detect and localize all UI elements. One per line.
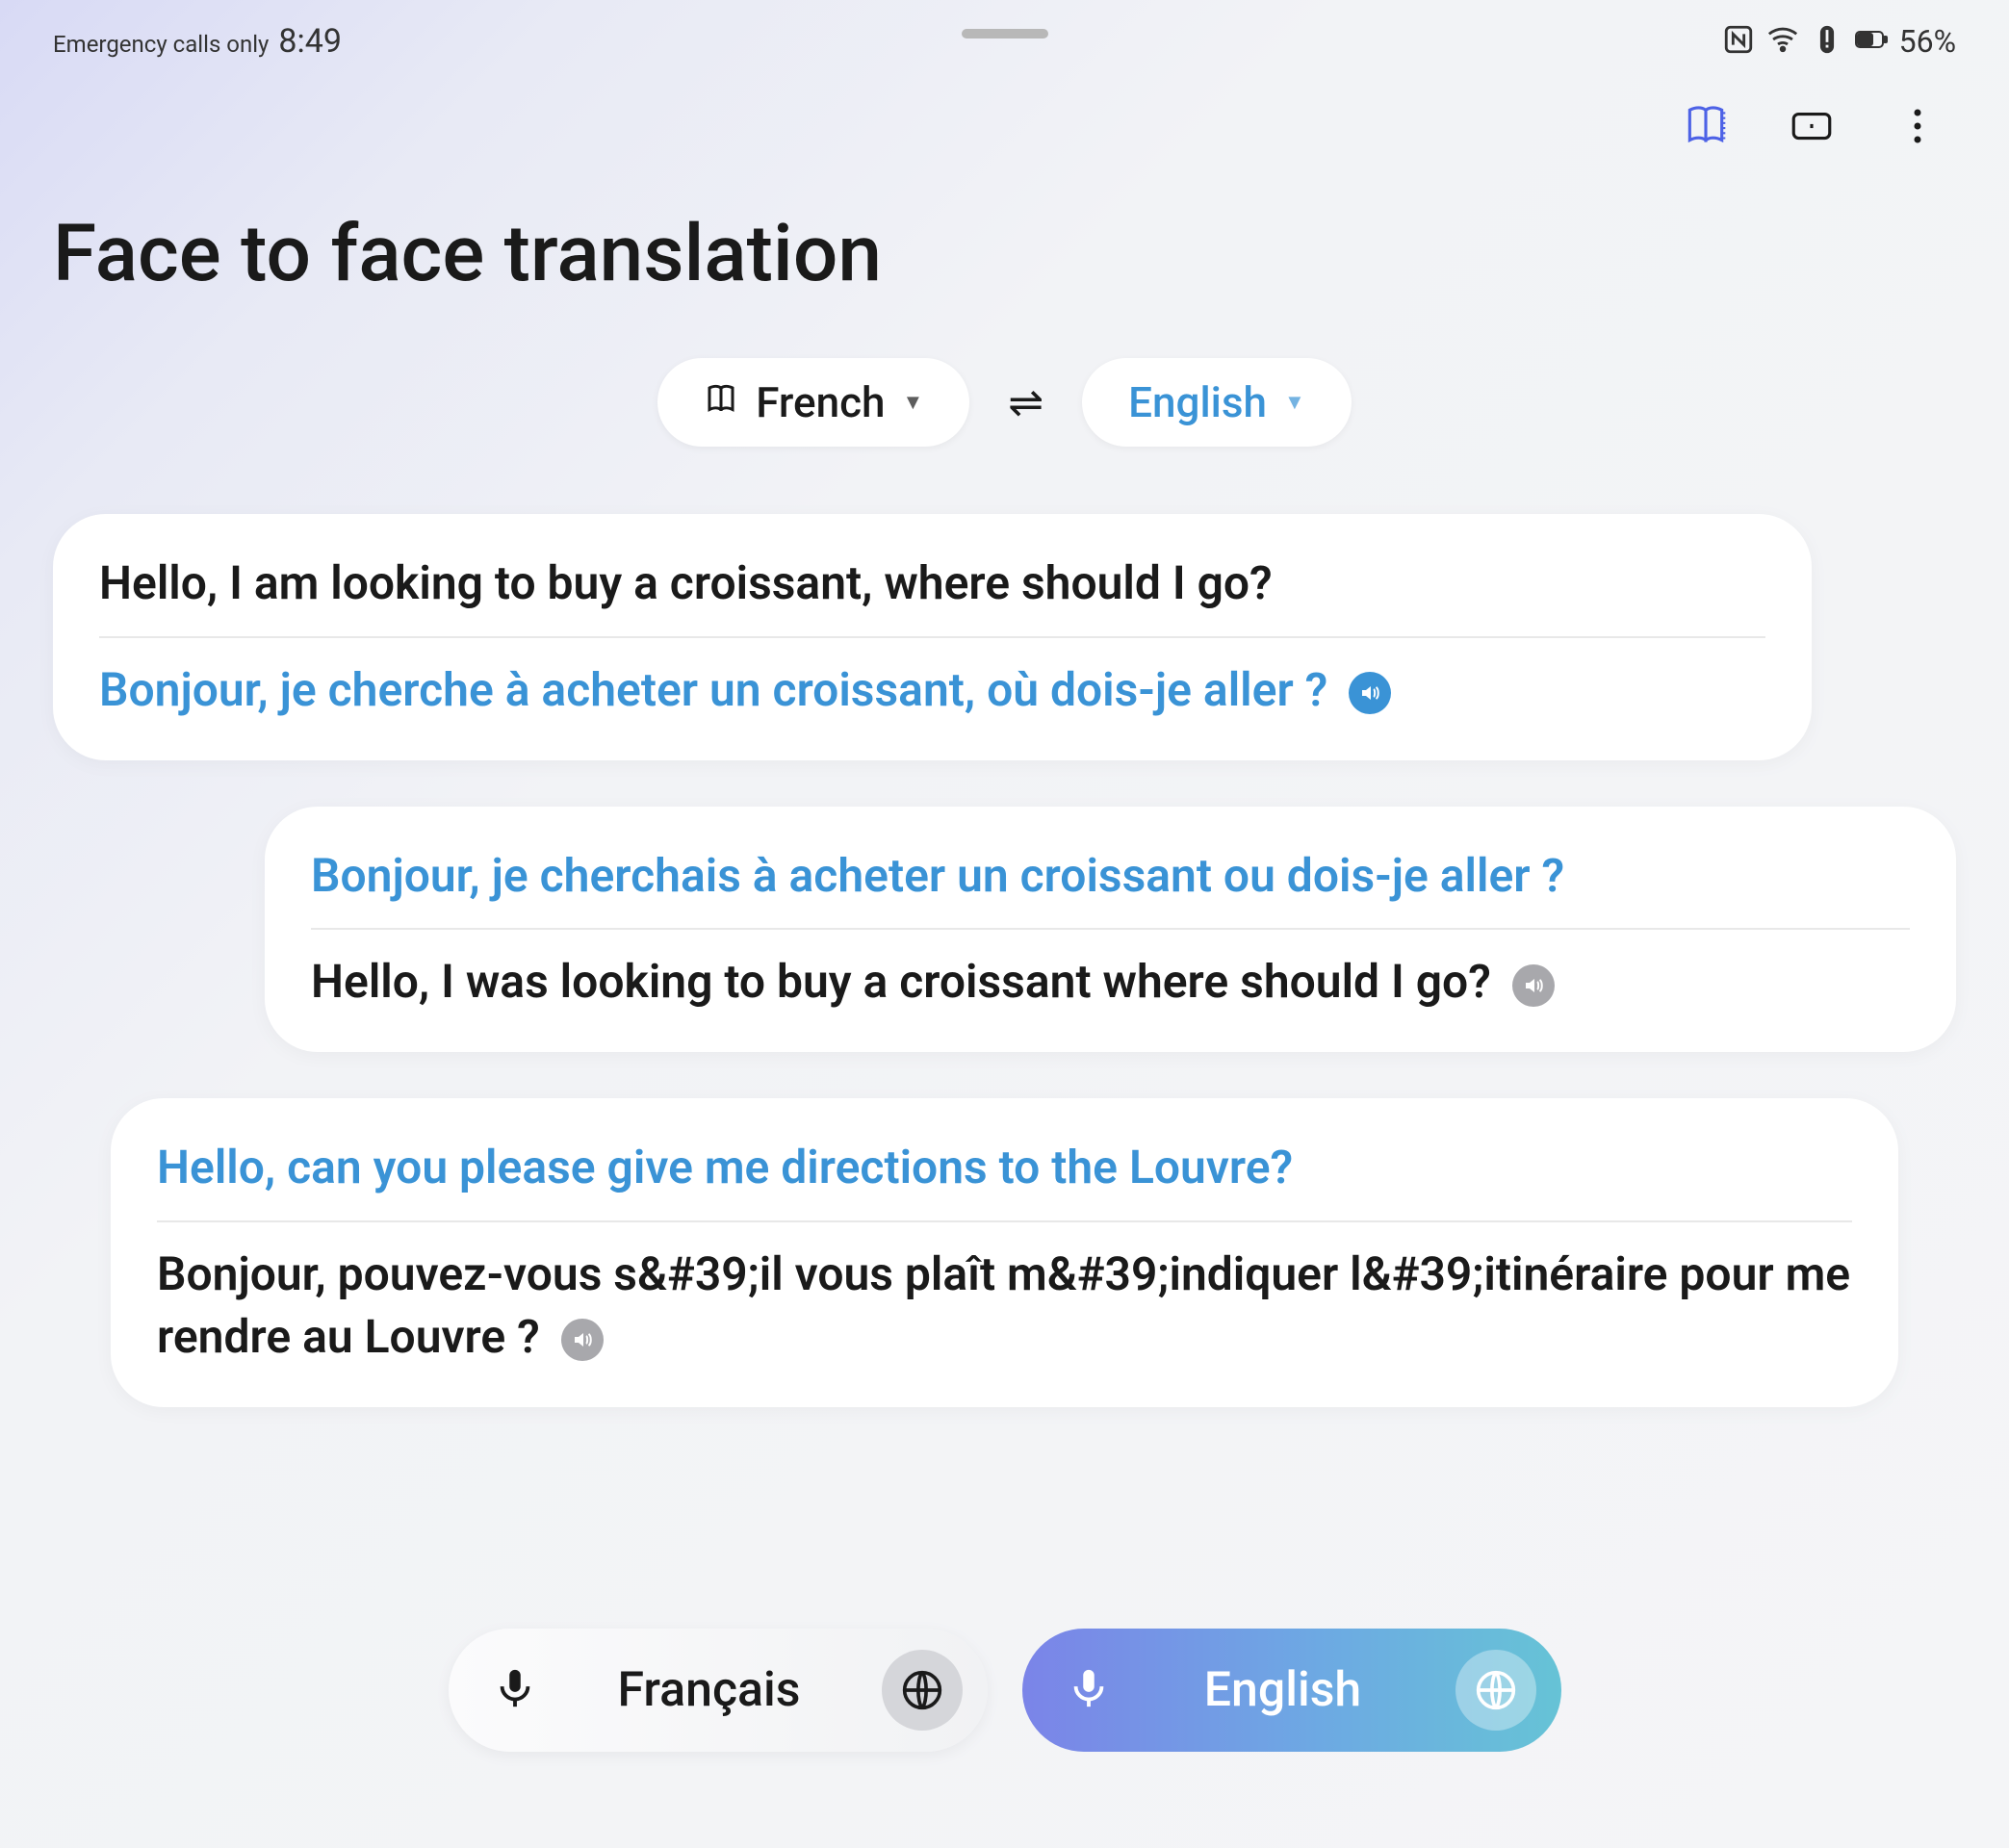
- input-language-label: English: [1149, 1662, 1417, 1718]
- input-language-label: Français: [576, 1662, 843, 1718]
- keyboard-button[interactable]: [1455, 1650, 1536, 1731]
- message-bubble: Hello, I am looking to buy a croissant, …: [53, 514, 1812, 760]
- status-bar: Emergency calls only 8:49 56%: [0, 0, 2009, 73]
- emergency-text: Emergency calls only: [53, 31, 269, 58]
- speaker-icon[interactable]: [1349, 672, 1391, 714]
- divider: [157, 1220, 1852, 1222]
- message-original-text: Hello, I am looking to buy a croissant, …: [99, 552, 1765, 636]
- message-original-text: Hello, can you please give me directions…: [157, 1137, 1852, 1220]
- source-language-label: French: [756, 377, 885, 427]
- message-translated-text: Bonjour, je cherche à acheter un croissa…: [99, 659, 1765, 722]
- input-bar: Français English: [0, 1629, 2009, 1752]
- wifi-icon: [1766, 23, 1799, 60]
- alert-icon: [1811, 23, 1843, 60]
- status-left: Emergency calls only 8:49: [53, 22, 342, 61]
- divider: [311, 928, 1910, 930]
- clock-time: 8:49: [278, 22, 342, 61]
- notch-handle: [962, 29, 1048, 38]
- speaker-icon[interactable]: [561, 1319, 604, 1361]
- chevron-down-icon: ▼: [903, 390, 924, 415]
- target-language-label: English: [1128, 377, 1267, 427]
- status-right: 56%: [1722, 23, 1956, 60]
- book-small-icon: [704, 377, 738, 427]
- speaker-icon[interactable]: [1512, 964, 1555, 1007]
- device-icon[interactable]: [1788, 102, 1836, 150]
- header-icons: [0, 73, 2009, 169]
- keyboard-button[interactable]: [882, 1650, 963, 1731]
- language-selector-row: French ▼ ⇌ English ▼: [0, 358, 2009, 447]
- target-language-selector[interactable]: English ▼: [1082, 358, 1352, 447]
- microphone-icon: [1067, 1666, 1111, 1714]
- speak-english-button[interactable]: English: [1022, 1629, 1561, 1752]
- page-title: Face to face translation: [0, 169, 2009, 358]
- source-language-selector[interactable]: French ▼: [657, 358, 969, 447]
- book-icon[interactable]: [1682, 102, 1730, 150]
- battery-icon: [1855, 23, 1888, 60]
- message-translated-text: Bonjour, pouvez-vous s&#39;il vous plaît…: [157, 1244, 1852, 1369]
- nfc-icon: [1722, 23, 1755, 60]
- divider: [99, 636, 1765, 638]
- conversation: Hello, I am looking to buy a croissant, …: [0, 514, 2009, 1407]
- message-bubble: Bonjour, je cherchais à acheter un crois…: [265, 807, 1956, 1053]
- message-bubble: Hello, can you please give me directions…: [111, 1098, 1898, 1406]
- swap-languages-button[interactable]: ⇌: [1008, 377, 1043, 427]
- microphone-icon: [493, 1666, 537, 1714]
- message-translated-text: Hello, I was looking to buy a croissant …: [311, 951, 1910, 1014]
- speak-french-button[interactable]: Français: [449, 1629, 988, 1752]
- chevron-down-icon: ▼: [1284, 390, 1305, 415]
- battery-pct: 56%: [1899, 23, 1956, 60]
- more-menu-icon[interactable]: [1893, 102, 1942, 150]
- message-original-text: Bonjour, je cherchais à acheter un crois…: [311, 845, 1910, 929]
